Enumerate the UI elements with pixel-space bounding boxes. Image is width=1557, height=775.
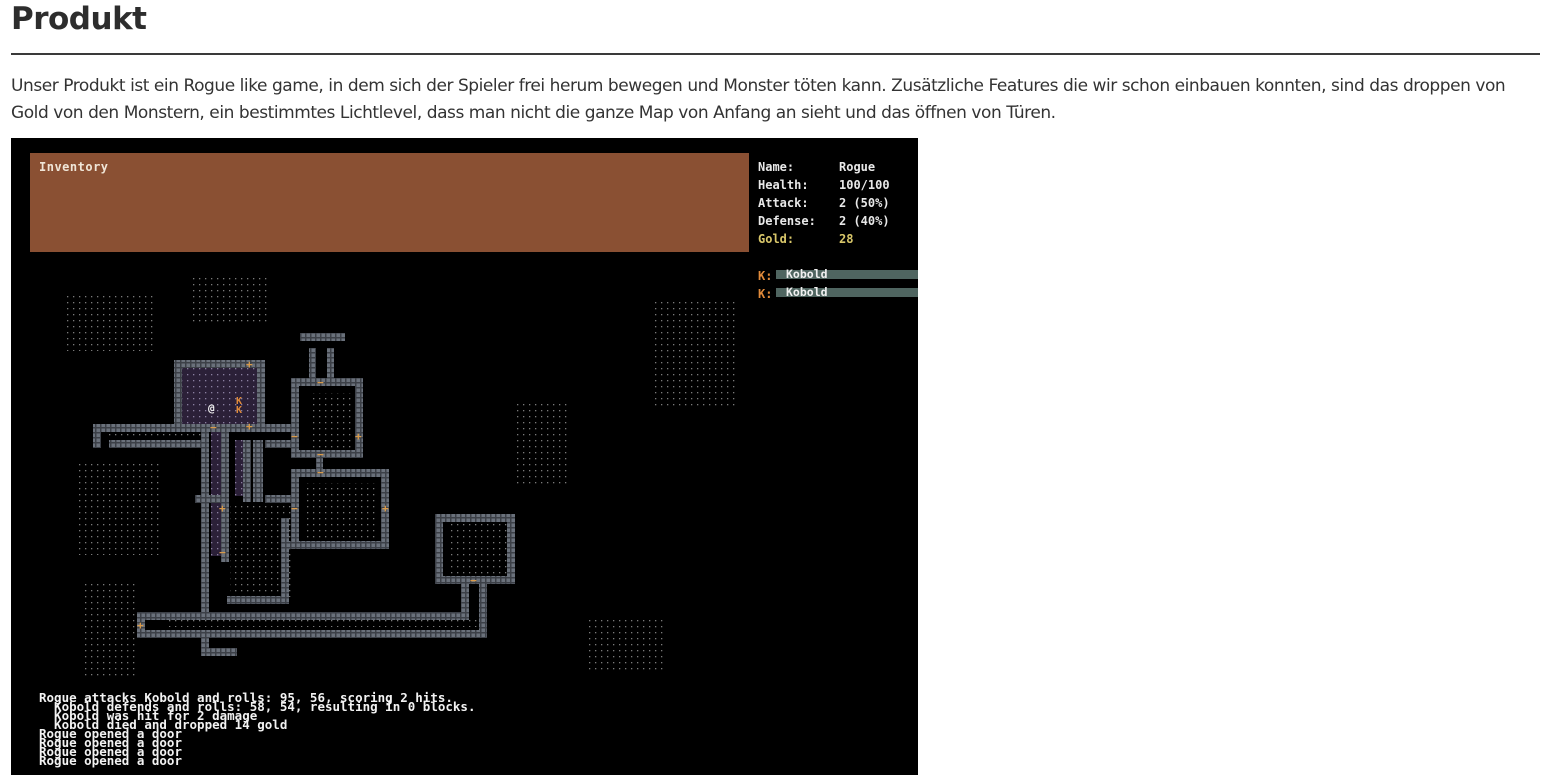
svg-text:−: − bbox=[317, 376, 324, 389]
svg-text:+: + bbox=[246, 420, 253, 433]
monster-glyph: K bbox=[236, 405, 242, 416]
message-log: Rogue attacks Kobold and rolls: 95, 56, … bbox=[39, 691, 476, 768]
stat-attack: Attack: 2 (50%) bbox=[758, 196, 890, 214]
enemy-health-bar: Kobold bbox=[776, 268, 918, 280]
svg-text:+: + bbox=[382, 502, 389, 515]
stat-name: Name: Rogue bbox=[758, 160, 890, 178]
svg-text:−: − bbox=[291, 430, 298, 443]
enemy-entry: K: Kobold bbox=[758, 286, 918, 301]
log-line: Rogue opened a door bbox=[39, 753, 182, 768]
svg-text:+: + bbox=[137, 619, 144, 632]
stat-label: Name: bbox=[758, 160, 795, 174]
enemy-health-bar: Kobold bbox=[776, 286, 918, 298]
enemy-entry: K: Kobold bbox=[758, 268, 918, 283]
svg-text:+: + bbox=[355, 430, 362, 443]
stat-gold: Gold: 28 bbox=[758, 232, 890, 250]
svg-text:−: − bbox=[317, 466, 324, 479]
inventory-title: Inventory bbox=[39, 160, 109, 174]
inventory-panel: Inventory bbox=[30, 153, 749, 252]
enemy-glyph: K: bbox=[758, 287, 773, 301]
stat-value: 2 (40%) bbox=[839, 214, 890, 228]
svg-text:−: − bbox=[291, 502, 298, 515]
title-divider bbox=[11, 53, 1540, 55]
game-screenshot: + + − − − + − − + − + − + − @ K K Invent… bbox=[11, 138, 918, 775]
stat-health: Health: 100/100 bbox=[758, 178, 890, 196]
enemy-glyph: K: bbox=[758, 269, 773, 283]
svg-text:−: − bbox=[219, 546, 226, 559]
stat-label: Gold: bbox=[758, 232, 795, 246]
stat-label: Attack: bbox=[758, 196, 809, 210]
stat-label: Defense: bbox=[758, 214, 816, 228]
svg-text:−: − bbox=[470, 574, 477, 587]
page-title: Produkt bbox=[11, 1, 147, 37]
stat-defense: Defense: 2 (40%) bbox=[758, 214, 890, 232]
stat-value: 100/100 bbox=[839, 178, 890, 192]
stat-value: 2 (50%) bbox=[839, 196, 890, 210]
player-glyph: @ bbox=[208, 402, 215, 415]
player-stats: Name: Rogue Health: 100/100 Attack: 2 (50%)… bbox=[758, 160, 890, 250]
stat-label: Health: bbox=[758, 178, 809, 192]
svg-text:+: + bbox=[246, 358, 253, 371]
svg-text:−: − bbox=[317, 448, 324, 461]
stat-value: Rogue bbox=[839, 160, 876, 174]
svg-text:−: − bbox=[210, 421, 217, 434]
svg-text:+: + bbox=[219, 502, 226, 515]
product-description: Unser Produkt ist ein Rogue like game, i… bbox=[11, 76, 1506, 123]
stat-value: 28 bbox=[839, 232, 854, 246]
